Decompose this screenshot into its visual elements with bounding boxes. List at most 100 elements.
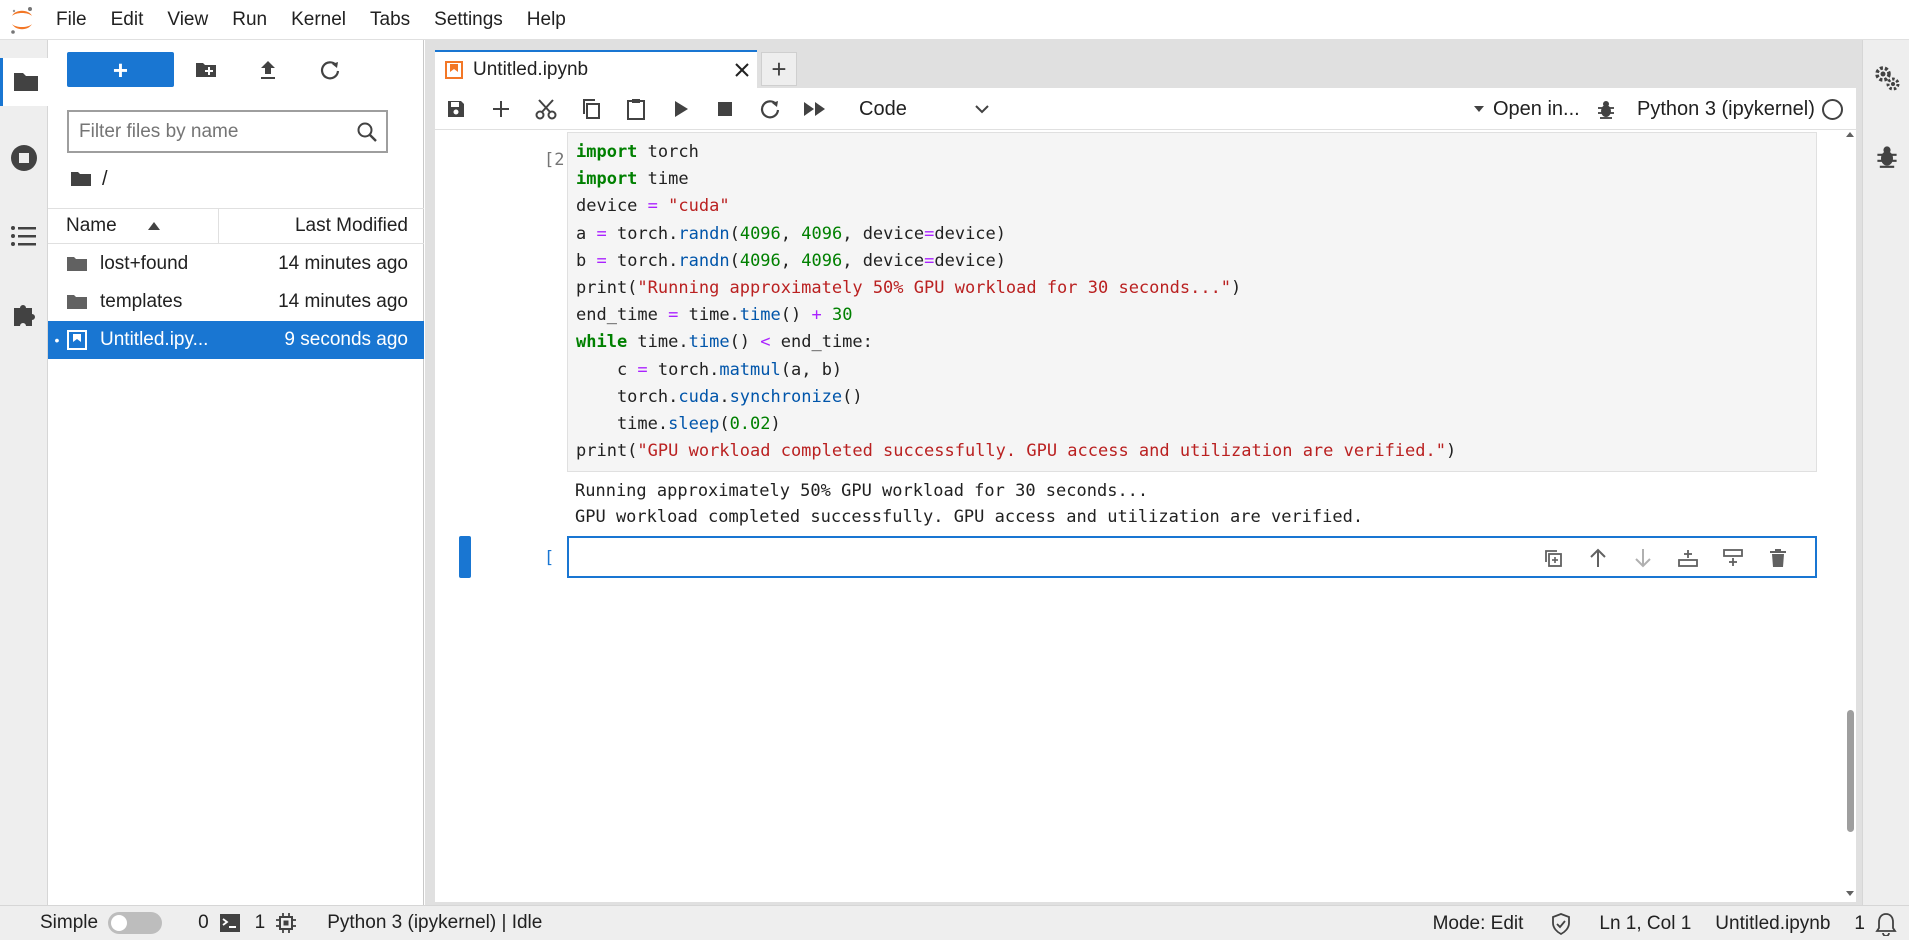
plus-icon: + bbox=[771, 54, 787, 84]
kernel-chip-icon bbox=[275, 912, 297, 934]
duplicate-icon bbox=[1543, 548, 1563, 568]
notebook-scrollbar-thumb[interactable] bbox=[1847, 710, 1854, 832]
trash-icon bbox=[1769, 548, 1787, 568]
menu-bar: File Edit View Run Kernel Tabs Settings … bbox=[0, 0, 1909, 40]
move-cell-down-button[interactable] bbox=[1629, 544, 1657, 572]
insert-above-icon bbox=[1677, 548, 1699, 568]
output-line: Running approximately 50% GPU workload f… bbox=[575, 481, 1149, 501]
menu-view[interactable]: View bbox=[155, 0, 220, 40]
extension-icon bbox=[10, 300, 38, 328]
kernel-name-button[interactable]: Python 3 (ipykernel) bbox=[1637, 94, 1815, 124]
gears-icon bbox=[1873, 64, 1901, 92]
restart-run-all-button[interactable] bbox=[800, 94, 830, 124]
column-header-modified[interactable]: Last Modified bbox=[219, 208, 424, 244]
cut-icon bbox=[535, 98, 557, 120]
tab-label: Untitled.ipynb bbox=[473, 59, 589, 80]
open-in-dropdown[interactable]: Open in... bbox=[1473, 94, 1580, 124]
copy-cell-button[interactable] bbox=[576, 94, 606, 124]
new-tab-button[interactable]: + bbox=[761, 52, 797, 86]
paste-icon bbox=[626, 98, 646, 120]
cell-type-value: Code bbox=[859, 97, 907, 120]
new-folder-button[interactable] bbox=[190, 54, 222, 86]
plus-icon: + bbox=[112, 54, 129, 85]
main-dock-area: Untitled.ipynb + Code Open in... Python … bbox=[425, 40, 1862, 905]
cursor-position[interactable]: Ln 1, Col 1 bbox=[1599, 913, 1691, 935]
file-row-templates[interactable]: templates 14 minutes ago bbox=[48, 283, 424, 321]
status-bar: Simple 0 1 Python 3 (ipykernel) | Idle M… bbox=[0, 905, 1909, 940]
insert-cell-above-button[interactable] bbox=[1674, 544, 1702, 572]
property-inspector-tab[interactable] bbox=[1863, 54, 1909, 102]
open-in-label: Open in... bbox=[1493, 97, 1580, 120]
move-cell-up-button[interactable] bbox=[1584, 544, 1612, 572]
delete-cell-button[interactable] bbox=[1764, 544, 1792, 572]
home-folder-icon[interactable] bbox=[70, 170, 92, 188]
upload-button[interactable] bbox=[252, 54, 284, 86]
stop-icon bbox=[717, 101, 733, 117]
close-icon[interactable] bbox=[727, 55, 757, 85]
menu-run[interactable]: Run bbox=[220, 0, 279, 40]
run-cell-button[interactable] bbox=[666, 94, 696, 124]
code-cell-editor[interactable]: import torch import time device = "cuda"… bbox=[567, 132, 1817, 472]
file-browser-toolbar: + bbox=[48, 40, 424, 100]
menu-tabs[interactable]: Tabs bbox=[358, 0, 422, 40]
running-icon bbox=[10, 144, 38, 172]
arrow-down-icon bbox=[1633, 547, 1653, 569]
tab-untitled-notebook[interactable]: Untitled.ipynb bbox=[435, 50, 757, 88]
file-name: templates bbox=[100, 291, 183, 312]
menu-settings[interactable]: Settings bbox=[422, 0, 515, 40]
interrupt-kernel-button[interactable] bbox=[710, 94, 740, 124]
folder-icon bbox=[66, 291, 88, 313]
kernel-status-text[interactable]: Python 3 (ipykernel) | Idle bbox=[327, 912, 542, 934]
filter-input[interactable] bbox=[69, 112, 356, 151]
kernel-status-idle-icon bbox=[1822, 99, 1843, 120]
column-header-name[interactable]: Name bbox=[48, 208, 219, 244]
running-sessions-tab[interactable] bbox=[0, 134, 48, 182]
debugger-toggle-button[interactable] bbox=[1591, 94, 1621, 124]
file-name: lost+found bbox=[100, 253, 189, 274]
filter-box bbox=[67, 110, 388, 153]
active-code-cell-editor[interactable] bbox=[567, 536, 1817, 578]
menu-help[interactable]: Help bbox=[515, 0, 578, 40]
file-browser-tab[interactable] bbox=[0, 58, 48, 106]
caret-down-icon bbox=[1473, 105, 1485, 113]
right-sidebar bbox=[1862, 40, 1909, 905]
restart-kernel-button[interactable] bbox=[755, 94, 785, 124]
search-icon bbox=[356, 121, 378, 143]
new-launcher-button[interactable]: + bbox=[67, 52, 174, 87]
cut-cell-button[interactable] bbox=[531, 94, 561, 124]
file-modified: 14 minutes ago bbox=[278, 253, 408, 274]
active-cell-marker[interactable] bbox=[459, 536, 471, 578]
output-line: GPU workload completed successfully. GPU… bbox=[575, 507, 1364, 527]
bell-icon[interactable] bbox=[1875, 912, 1897, 936]
simple-mode-toggle[interactable] bbox=[108, 912, 163, 934]
copy-icon bbox=[581, 98, 601, 120]
menu-edit[interactable]: Edit bbox=[99, 0, 156, 40]
cell-type-select[interactable]: Code bbox=[859, 94, 989, 124]
extension-manager-tab[interactable] bbox=[0, 290, 48, 338]
duplicate-cell-button[interactable] bbox=[1539, 544, 1567, 572]
terminals-count[interactable]: 0 bbox=[198, 912, 209, 934]
new-folder-icon bbox=[195, 61, 217, 79]
status-bar-left: Simple 0 1 Python 3 (ipykernel) | Idle bbox=[0, 906, 542, 941]
save-button[interactable] bbox=[441, 94, 471, 124]
table-of-contents-tab[interactable] bbox=[0, 212, 48, 260]
insert-cell-button[interactable] bbox=[486, 94, 516, 124]
kernels-count[interactable]: 1 bbox=[255, 912, 266, 934]
menu-kernel[interactable]: Kernel bbox=[279, 0, 358, 40]
file-row-untitled-notebook[interactable]: • Untitled.ipy... 9 seconds ago bbox=[48, 321, 424, 359]
refresh-button[interactable] bbox=[314, 54, 346, 86]
paste-cell-button[interactable] bbox=[621, 94, 651, 124]
refresh-icon bbox=[319, 59, 341, 81]
jupyter-logo-icon[interactable] bbox=[0, 0, 44, 40]
folder-icon bbox=[12, 70, 40, 94]
breadcrumb-root[interactable]: / bbox=[102, 168, 108, 191]
shield-check-icon[interactable] bbox=[1551, 912, 1571, 935]
insert-cell-below-button[interactable] bbox=[1719, 544, 1747, 572]
scroll-up-arrow[interactable] bbox=[1845, 130, 1855, 140]
fast-forward-icon bbox=[803, 100, 827, 118]
file-row-lost-found[interactable]: lost+found 14 minutes ago bbox=[48, 245, 424, 283]
notification-count[interactable]: 1 bbox=[1854, 913, 1865, 935]
debugger-tab[interactable] bbox=[1863, 132, 1909, 180]
menu-file[interactable]: File bbox=[44, 0, 99, 40]
scroll-down-arrow[interactable] bbox=[1845, 890, 1855, 900]
